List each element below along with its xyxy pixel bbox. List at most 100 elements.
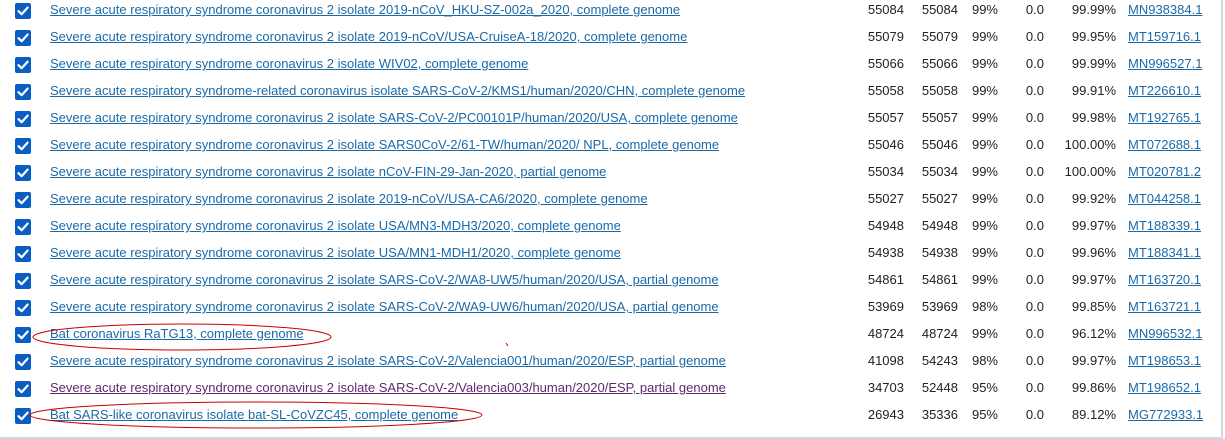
description-link[interactable]: Severe acute respiratory syndrome corona… xyxy=(50,380,726,395)
accession-link[interactable]: MT198652.1 xyxy=(1128,380,1201,395)
percent-identity: 96.12% xyxy=(1071,326,1116,341)
percent-identity: 99.97% xyxy=(1071,272,1116,287)
accession-link[interactable]: MT226610.1 xyxy=(1128,83,1201,98)
accession-link[interactable]: MN938384.1 xyxy=(1128,2,1202,17)
accession-link[interactable]: MT188341.1 xyxy=(1128,245,1201,260)
accession-link[interactable]: MT163721.1 xyxy=(1128,299,1201,314)
description-link[interactable]: Severe acute respiratory syndrome corona… xyxy=(50,164,606,179)
row-select-checkbox[interactable] xyxy=(15,3,31,19)
accession-link[interactable]: MT192765.1 xyxy=(1128,110,1201,125)
query-cover: 99% xyxy=(971,218,998,233)
description-link[interactable]: Severe acute respiratory syndrome corona… xyxy=(50,29,687,44)
row-select-checkbox[interactable] xyxy=(15,30,31,46)
checkmark-icon xyxy=(17,303,29,313)
row-select-checkbox[interactable] xyxy=(15,408,31,424)
description-link[interactable]: Severe acute respiratory syndrome corona… xyxy=(50,218,621,233)
max-score: 55079 xyxy=(867,29,904,44)
query-cover: 99% xyxy=(971,164,998,179)
query-cover: 99% xyxy=(971,326,998,341)
description-link[interactable]: Bat SARS-like coronavirus isolate bat-SL… xyxy=(50,407,458,422)
row-select-checkbox[interactable] xyxy=(15,273,31,289)
max-score: 53969 xyxy=(867,299,904,314)
row-select-checkbox[interactable] xyxy=(15,327,31,343)
checkmark-icon xyxy=(17,276,29,286)
checkmark-icon xyxy=(17,33,29,43)
checkmark-icon xyxy=(17,114,29,124)
checkmark-icon xyxy=(17,357,29,367)
description-link[interactable]: Severe acute respiratory syndrome corona… xyxy=(50,137,719,152)
row-select-checkbox[interactable] xyxy=(15,354,31,370)
row-select-checkbox[interactable] xyxy=(15,111,31,127)
max-score: 55027 xyxy=(867,191,904,206)
query-cover: 99% xyxy=(971,245,998,260)
accession-link[interactable]: MT198653.1 xyxy=(1128,353,1201,368)
accession-link[interactable]: MT044258.1 xyxy=(1128,191,1201,206)
total-score: 48724 xyxy=(921,326,958,341)
percent-identity: 99.86% xyxy=(1071,380,1116,395)
e-value: 0.0 xyxy=(1025,407,1044,422)
description-link[interactable]: Severe acute respiratory syndrome corona… xyxy=(50,110,738,125)
e-value: 0.0 xyxy=(1025,164,1044,179)
accession-link[interactable]: MT072688.1 xyxy=(1128,137,1201,152)
accession-link[interactable]: MT188339.1 xyxy=(1128,218,1201,233)
row-select-checkbox[interactable] xyxy=(15,192,31,208)
query-cover: 98% xyxy=(971,353,998,368)
query-cover: 99% xyxy=(971,191,998,206)
description-link[interactable]: Severe acute respiratory syndrome-relate… xyxy=(50,83,745,98)
e-value: 0.0 xyxy=(1025,380,1044,395)
description-link[interactable]: Bat coronavirus RaTG13, complete genome xyxy=(50,326,304,341)
percent-identity: 99.96% xyxy=(1071,245,1116,260)
e-value: 0.0 xyxy=(1025,137,1044,152)
accession-link[interactable]: MN996532.1 xyxy=(1128,326,1202,341)
total-score: 55079 xyxy=(921,29,958,44)
accession-link[interactable]: MG772933.1 xyxy=(1128,407,1203,422)
checkmark-icon xyxy=(17,60,29,70)
description-link[interactable]: Severe acute respiratory syndrome corona… xyxy=(50,191,648,206)
table-row: Severe acute respiratory syndrome-relate… xyxy=(0,79,1220,106)
percent-identity: 100.00% xyxy=(1064,137,1116,152)
total-score: 54243 xyxy=(921,353,958,368)
query-cover: 99% xyxy=(971,29,998,44)
percent-identity: 99.95% xyxy=(1071,29,1116,44)
table-row: Severe acute respiratory syndrome corona… xyxy=(0,0,1220,25)
description-link[interactable]: Severe acute respiratory syndrome corona… xyxy=(50,272,719,287)
e-value: 0.0 xyxy=(1025,353,1044,368)
percent-identity: 99.91% xyxy=(1071,83,1116,98)
checkmark-icon xyxy=(17,249,29,259)
max-score: 55058 xyxy=(867,83,904,98)
accession-link[interactable]: MT163720.1 xyxy=(1128,272,1201,287)
row-select-checkbox[interactable] xyxy=(15,84,31,100)
row-select-checkbox[interactable] xyxy=(15,57,31,73)
description-link[interactable]: Severe acute respiratory syndrome corona… xyxy=(50,299,719,314)
checkmark-icon xyxy=(17,222,29,232)
percent-identity: 99.85% xyxy=(1071,299,1116,314)
description-link[interactable]: Severe acute respiratory syndrome corona… xyxy=(50,353,726,368)
checkmark-icon xyxy=(17,330,29,340)
description-link[interactable]: Severe acute respiratory syndrome corona… xyxy=(50,56,528,71)
total-score: 54861 xyxy=(921,272,958,287)
description-link[interactable]: Severe acute respiratory syndrome corona… xyxy=(50,2,680,17)
row-select-checkbox[interactable] xyxy=(15,219,31,235)
total-score: 55058 xyxy=(921,83,958,98)
percent-identity: 99.97% xyxy=(1071,218,1116,233)
query-cover: 99% xyxy=(971,137,998,152)
total-score: 55034 xyxy=(921,164,958,179)
e-value: 0.0 xyxy=(1025,218,1044,233)
description-link[interactable]: Severe acute respiratory syndrome corona… xyxy=(50,245,621,260)
query-cover: 99% xyxy=(971,56,998,71)
row-select-checkbox[interactable] xyxy=(15,246,31,262)
checkmark-icon xyxy=(17,87,29,97)
query-cover: 99% xyxy=(971,2,998,17)
checkmark-icon xyxy=(17,411,29,421)
row-select-checkbox[interactable] xyxy=(15,300,31,316)
row-select-checkbox[interactable] xyxy=(15,165,31,181)
row-select-checkbox[interactable] xyxy=(15,381,31,397)
query-cover: 98% xyxy=(971,299,998,314)
table-row: Severe acute respiratory syndrome corona… xyxy=(0,187,1220,214)
checkmark-icon xyxy=(17,141,29,151)
accession-link[interactable]: MT020781.2 xyxy=(1128,164,1201,179)
accession-link[interactable]: MT159716.1 xyxy=(1128,29,1201,44)
e-value: 0.0 xyxy=(1025,110,1044,125)
row-select-checkbox[interactable] xyxy=(15,138,31,154)
accession-link[interactable]: MN996527.1 xyxy=(1128,56,1202,71)
